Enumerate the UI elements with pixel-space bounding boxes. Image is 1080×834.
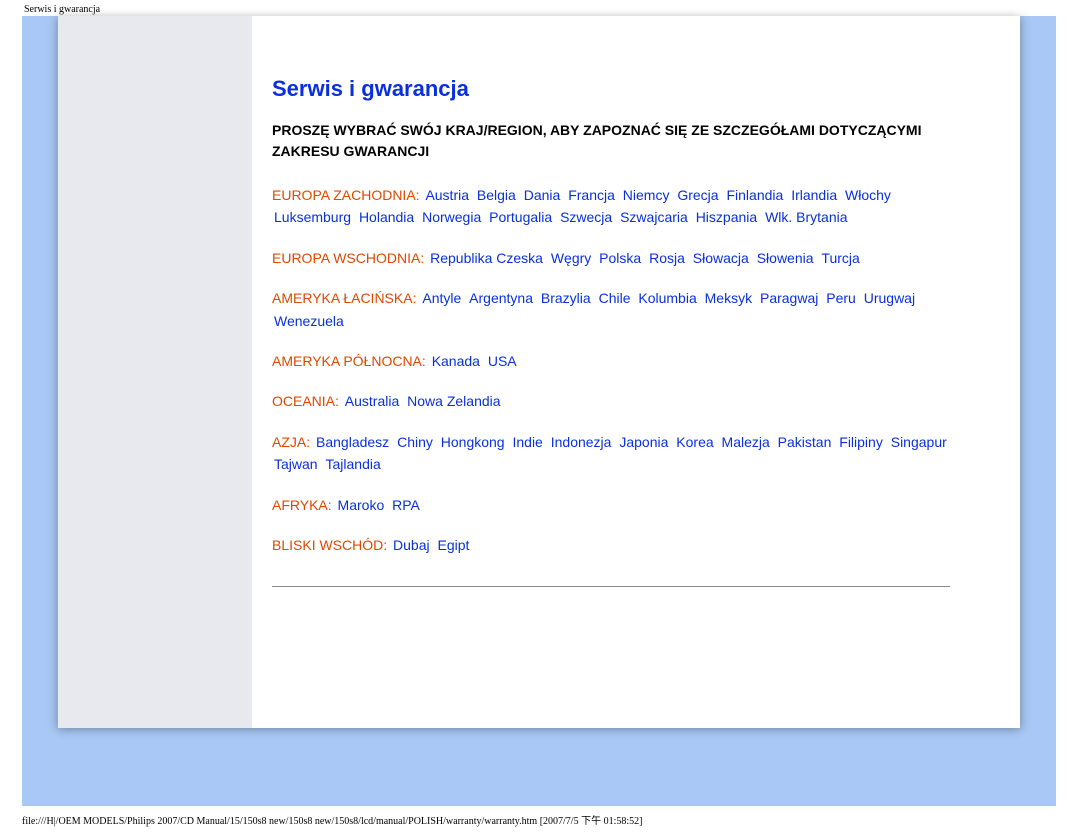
region-name: OCEANIA: — [272, 393, 339, 409]
country-link[interactable]: Hongkong — [441, 434, 505, 450]
country-link[interactable]: Singapur — [891, 434, 947, 450]
region-block: AMERYKA PÓŁNOCNA: Kanada USA — [272, 350, 950, 372]
page-area: Serwis i gwarancja PROSZĘ WYBRAĆ SWÓJ KR… — [58, 16, 1020, 728]
country-link[interactable]: Maroko — [338, 497, 385, 513]
region-block: OCEANIA: Australia Nowa Zelandia — [272, 390, 950, 412]
country-link[interactable]: Finlandia — [726, 187, 783, 203]
country-link[interactable]: Holandia — [359, 209, 414, 225]
country-link[interactable]: Malezja — [722, 434, 770, 450]
country-link[interactable]: Kanada — [432, 353, 480, 369]
country-link[interactable]: Austria — [425, 187, 469, 203]
region-name: AMERYKA PÓŁNOCNA: — [272, 353, 426, 369]
outer-panel: Serwis i gwarancja PROSZĘ WYBRAĆ SWÓJ KR… — [22, 16, 1056, 806]
country-link[interactable]: Kolumbia — [638, 290, 696, 306]
country-link[interactable]: Szwajcaria — [620, 209, 688, 225]
country-link[interactable]: Słowacja — [693, 250, 749, 266]
country-link[interactable]: Meksyk — [705, 290, 752, 306]
page-title: Serwis i gwarancja — [272, 76, 950, 102]
country-link[interactable]: Nowa Zelandia — [407, 393, 500, 409]
country-link[interactable]: RPA — [392, 497, 420, 513]
country-link[interactable]: Brazylia — [541, 290, 591, 306]
country-link[interactable]: Norwegia — [422, 209, 481, 225]
country-link[interactable]: Chiny — [397, 434, 433, 450]
region-block: BLISKI WSCHÓD: Dubaj Egipt — [272, 534, 950, 556]
country-link[interactable]: Republika Czeska — [430, 250, 543, 266]
country-link[interactable]: Belgia — [477, 187, 516, 203]
country-link[interactable]: Dubaj — [393, 537, 430, 553]
region-block: AMERYKA ŁACIŃSKA: Antyle Argentyna Brazy… — [272, 287, 950, 332]
sidebar — [58, 16, 252, 728]
intro-text: PROSZĘ WYBRAĆ SWÓJ KRAJ/REGION, ABY ZAPO… — [272, 120, 950, 162]
country-link[interactable]: Francja — [568, 187, 615, 203]
region-name: BLISKI WSCHÓD: — [272, 537, 387, 553]
country-link[interactable]: Irlandia — [791, 187, 837, 203]
country-link[interactable]: Portugalia — [489, 209, 552, 225]
country-link[interactable]: Luksemburg — [274, 209, 351, 225]
content-area: Serwis i gwarancja PROSZĘ WYBRAĆ SWÓJ KR… — [252, 16, 1020, 728]
country-link[interactable]: Indie — [512, 434, 542, 450]
country-link[interactable]: Grecja — [677, 187, 718, 203]
country-link[interactable]: Peru — [826, 290, 856, 306]
country-link[interactable]: Szwecja — [560, 209, 612, 225]
footer-path: file:///H|/OEM MODELS/Philips 2007/CD Ma… — [22, 812, 642, 827]
country-link[interactable]: Korea — [676, 434, 713, 450]
region-block: EUROPA ZACHODNIA: Austria Belgia Dania F… — [272, 184, 950, 229]
country-link[interactable]: Paragwaj — [760, 290, 818, 306]
country-link[interactable]: Słowenia — [757, 250, 814, 266]
country-link[interactable]: Turcja — [821, 250, 859, 266]
region-name: EUROPA ZACHODNIA: — [272, 187, 420, 203]
country-link[interactable]: Bangladesz — [316, 434, 389, 450]
country-link[interactable]: Australia — [345, 393, 399, 409]
country-link[interactable]: Rosja — [649, 250, 685, 266]
country-link[interactable]: Antyle — [422, 290, 461, 306]
country-link[interactable]: Japonia — [619, 434, 668, 450]
country-link[interactable]: USA — [488, 353, 517, 369]
region-block: AFRYKA: Maroko RPA — [272, 494, 950, 516]
country-link[interactable]: Urugwaj — [864, 290, 915, 306]
divider — [272, 586, 950, 587]
region-block: EUROPA WSCHODNIA: Republika Czeska Węgry… — [272, 247, 950, 269]
country-link[interactable]: Niemcy — [623, 187, 670, 203]
country-link[interactable]: Dania — [524, 187, 561, 203]
page-header: Serwis i gwarancja — [24, 4, 100, 15]
country-link[interactable]: Pakistan — [778, 434, 832, 450]
country-link[interactable]: Węgry — [551, 250, 591, 266]
country-link[interactable]: Indonezja — [551, 434, 612, 450]
country-link[interactable]: Filipiny — [839, 434, 883, 450]
country-link[interactable]: Polska — [599, 250, 641, 266]
country-link[interactable]: Tajwan — [274, 456, 318, 472]
country-link[interactable]: Wenezuela — [274, 313, 344, 329]
country-link[interactable]: Tajlandia — [325, 456, 380, 472]
region-name: EUROPA WSCHODNIA: — [272, 250, 424, 266]
region-block: AZJA: Bangladesz Chiny Hongkong Indie In… — [272, 431, 950, 476]
region-name: AMERYKA ŁACIŃSKA: — [272, 290, 416, 306]
country-link[interactable]: Wlk. Brytania — [765, 209, 847, 225]
regions-list: EUROPA ZACHODNIA: Austria Belgia Dania F… — [272, 184, 950, 556]
country-link[interactable]: Egipt — [438, 537, 470, 553]
region-name: AZJA: — [272, 434, 310, 450]
region-name: AFRYKA: — [272, 497, 332, 513]
country-link[interactable]: Włochy — [845, 187, 891, 203]
country-link[interactable]: Chile — [599, 290, 631, 306]
country-link[interactable]: Argentyna — [469, 290, 533, 306]
country-link[interactable]: Hiszpania — [696, 209, 757, 225]
